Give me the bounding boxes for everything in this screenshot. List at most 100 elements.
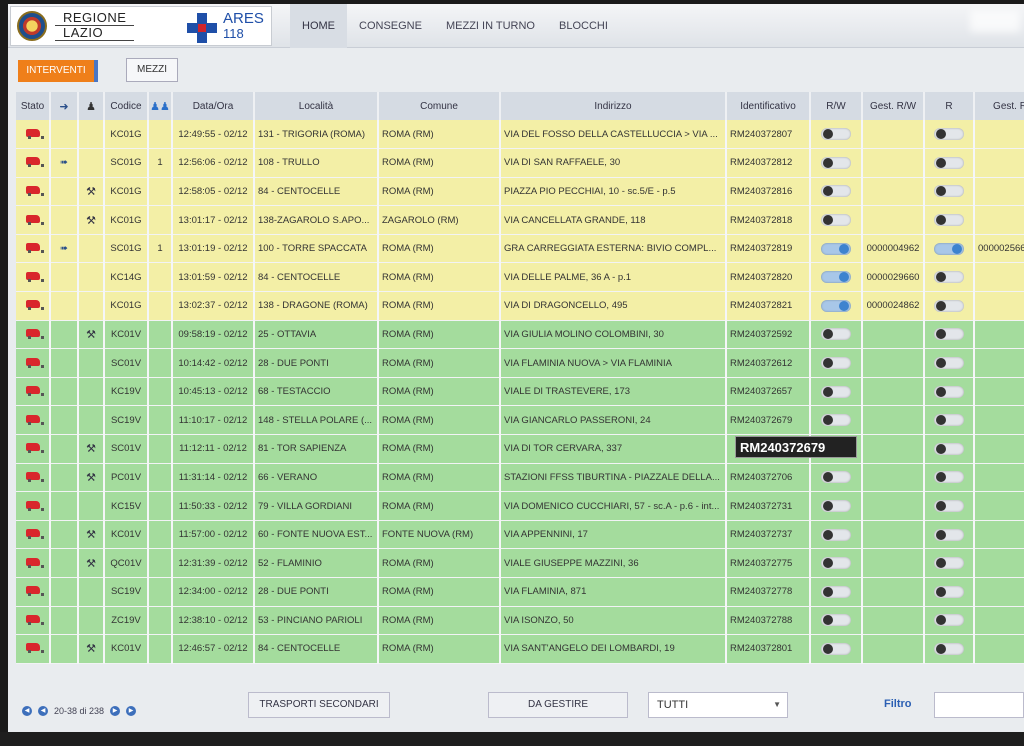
col-r[interactable]: R — [924, 92, 975, 120]
table-row[interactable]: KC15V 11:50:33 - 02/12 79 - VILLA GORDIANI… — [16, 491, 1024, 521]
table-row[interactable]: ZC19V 12:38:10 - 02/12 53 - PINCIANO PARIO… — [16, 606, 1024, 636]
table-row[interactable]: SC19V 12:34:00 - 02/12 28 - DUE PONTI ROMA … — [16, 577, 1024, 607]
r-toggle[interactable] — [934, 185, 964, 198]
wrench-icon: ⚒ — [86, 185, 96, 198]
wrench-icon: ⚒ — [86, 471, 96, 484]
table-row[interactable]: ➠ SC01G 1 13:01:19 - 02/12 100 - TORRE SPACC… — [16, 234, 1024, 264]
rw-toggle[interactable] — [821, 500, 851, 513]
table-row[interactable]: ⚒ QC01V 12:31:39 - 02/12 52 - FLAMINIO ROMA … — [16, 548, 1024, 578]
rw-toggle[interactable] — [821, 585, 851, 598]
r-toggle[interactable] — [934, 528, 964, 541]
status-select[interactable]: TUTTI ▼ — [648, 692, 788, 718]
col-codice[interactable]: Codice — [104, 92, 149, 120]
col-person-icon[interactable]: ♟ — [78, 92, 105, 120]
r-toggle[interactable] — [934, 242, 964, 255]
cell-walk — [50, 205, 79, 235]
col-walk-icon[interactable]: ➜ — [50, 92, 79, 120]
ares-number: 118 — [223, 26, 244, 41]
r-toggle[interactable] — [934, 585, 964, 598]
r-toggle[interactable] — [934, 271, 964, 284]
cell-stato — [16, 348, 51, 378]
col-gest-r[interactable]: Gest. R — [974, 92, 1024, 120]
rw-toggle[interactable] — [821, 156, 851, 169]
col-localita[interactable]: Località — [254, 92, 379, 120]
rw-toggle[interactable] — [821, 185, 851, 198]
r-toggle[interactable] — [934, 471, 964, 484]
rw-toggle[interactable] — [821, 614, 851, 627]
rw-toggle[interactable] — [821, 557, 851, 570]
table-row[interactable]: ⚒ KC01V 09:58:19 - 02/12 25 - OTTAVIA ROMA (… — [16, 320, 1024, 350]
r-toggle[interactable] — [934, 156, 964, 169]
table-row[interactable]: SC01V 10:14:42 - 02/12 28 - DUE PONTI ROMA … — [16, 348, 1024, 378]
rw-toggle[interactable] — [821, 328, 851, 341]
nav-consegne[interactable]: CONSEGNE — [347, 4, 434, 48]
rw-toggle[interactable] — [821, 357, 851, 370]
table-row[interactable]: ⚒ SC01V 11:12:11 - 02/12 81 - TOR SAPIENZA R… — [16, 434, 1024, 464]
rw-toggle[interactable] — [821, 271, 851, 284]
cell-data-ora: 13:02:37 - 02/12 — [172, 291, 255, 321]
col-identificativo[interactable]: Identificativo — [726, 92, 811, 120]
trasporti-secondari-button[interactable]: TRASPORTI SECONDARI — [248, 692, 390, 718]
cell-identificativo: RM240372592 — [726, 320, 811, 350]
r-toggle[interactable] — [934, 642, 964, 655]
prev-page-icon[interactable]: ◀ — [38, 706, 48, 716]
rw-toggle[interactable] — [821, 214, 851, 227]
last-page-icon[interactable]: ▶ — [126, 706, 137, 716]
table-row[interactable]: KC01G 12:49:55 - 02/12 131 - TRIGORIA (ROM… — [16, 120, 1024, 150]
cell-stato — [16, 577, 51, 607]
table-row[interactable]: KC14G 13:01:59 - 02/12 84 - CENTOCELLE ROMA… — [16, 262, 1024, 293]
r-toggle[interactable] — [934, 328, 964, 341]
rw-toggle[interactable] — [821, 242, 851, 255]
col-stato[interactable]: Stato — [16, 92, 51, 120]
col-comune[interactable]: Comune — [378, 92, 501, 120]
mezzi-tab[interactable]: MEZZI — [126, 58, 178, 82]
rw-toggle[interactable] — [821, 414, 851, 427]
rw-toggle[interactable] — [821, 299, 851, 312]
table-row[interactable]: SC19V 11:10:17 - 02/12 148 - STELLA POLARE… — [16, 405, 1024, 436]
rw-toggle[interactable] — [821, 385, 851, 398]
cell-rw — [810, 377, 863, 407]
table-row[interactable]: ⚒ KC01V 11:57:00 - 02/12 60 - FONTE NUOVA E… — [16, 520, 1024, 550]
da-gestire-button[interactable]: DA GESTIRE — [488, 692, 628, 718]
col-people-icon[interactable]: ♟♟ — [148, 92, 173, 120]
first-page-icon[interactable]: ◀ — [22, 706, 32, 716]
r-toggle[interactable] — [934, 128, 964, 141]
cell-r — [924, 205, 975, 235]
r-toggle[interactable] — [934, 214, 964, 227]
table-row[interactable]: ⚒ KC01G 13:01:17 - 02/12 138-ZAGAROLO S.APO… — [16, 205, 1024, 235]
rw-toggle[interactable] — [821, 528, 851, 541]
table-row[interactable]: ➠ SC01G 1 12:56:06 - 02/12 108 - TRULLO ROMA … — [16, 148, 1024, 178]
r-toggle[interactable] — [934, 500, 964, 513]
next-page-icon[interactable]: ▶ — [110, 706, 121, 716]
rw-toggle[interactable] — [821, 471, 851, 484]
r-toggle[interactable] — [934, 299, 964, 312]
col-gest-rw[interactable]: Gest. R/W — [862, 92, 925, 120]
table-row[interactable]: KC19V 10:45:13 - 02/12 68 - TESTACCIO ROMA … — [16, 377, 1024, 407]
nav-blocchi[interactable]: BLOCCHI — [547, 4, 620, 48]
nav-home[interactable]: HOME — [290, 4, 347, 48]
nav-mezzi-in-turno[interactable]: MEZZI IN TURNO — [434, 4, 547, 48]
table-row[interactable]: ⚒ KC01G 12:58:05 - 02/12 84 - CENTOCELLE ROM… — [16, 177, 1024, 207]
table-row[interactable]: ⚒ PC01V 11:31:14 - 02/12 66 - VERANO ROMA (R… — [16, 463, 1024, 493]
col-data-ora[interactable]: Data/Ora — [172, 92, 255, 120]
pager-text: 20-38 di 238 — [54, 706, 105, 716]
cell-tool — [78, 291, 105, 321]
rw-toggle[interactable] — [821, 642, 851, 655]
filtro-input[interactable] — [934, 692, 1024, 718]
col-indirizzo[interactable]: Indirizzo — [500, 92, 727, 120]
r-toggle[interactable] — [934, 442, 964, 455]
r-toggle[interactable] — [934, 357, 964, 370]
table-row[interactable]: KC01G 13:02:37 - 02/12 138 - DRAGONE (ROMA… — [16, 291, 1024, 321]
cell-localita: 53 - PINCIANO PARIOLI — [254, 606, 379, 636]
r-toggle[interactable] — [934, 557, 964, 570]
col-rw[interactable]: R/W — [810, 92, 863, 120]
table-row[interactable]: ⚒ KC01V 12:46:57 - 02/12 84 - CENTOCELLE ROM… — [16, 634, 1024, 664]
r-toggle[interactable] — [934, 385, 964, 398]
r-toggle[interactable] — [934, 614, 964, 627]
cell-codice: KC01V — [104, 520, 149, 550]
r-toggle[interactable] — [934, 414, 964, 427]
cell-gest-r: 000002566( — [974, 234, 1024, 264]
interventi-tab[interactable]: INTERVENTI — [18, 60, 98, 82]
cell-data-ora: 12:56:06 - 02/12 — [172, 148, 255, 178]
rw-toggle[interactable] — [821, 128, 851, 141]
